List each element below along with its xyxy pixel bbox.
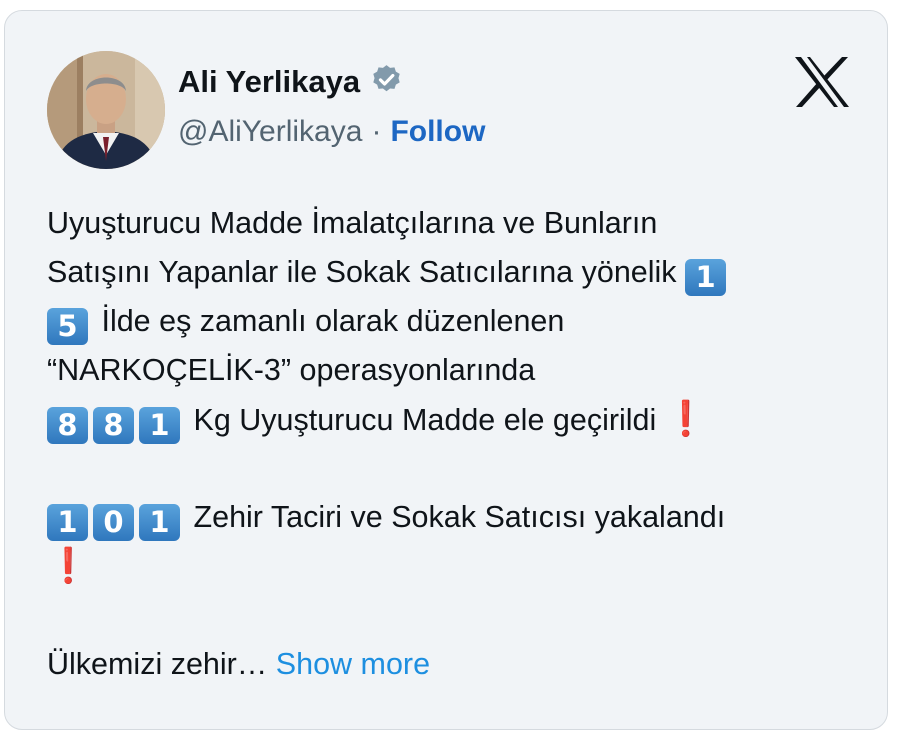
tweet-line: 5 İlde eş zamanlı olarak düzenlenen — [47, 297, 847, 346]
author-handle[interactable]: @AliYerlikaya — [178, 115, 362, 149]
keycap-digit-icon: 1 — [47, 504, 88, 541]
text-segment: Ülkemizi zehir… — [47, 647, 276, 681]
keycap-digit-icon: 5 — [47, 308, 88, 345]
exclamation-icon: ❗ — [47, 546, 90, 586]
keycap-digit-icon: 0 — [93, 504, 134, 541]
show-more-link[interactable]: Show more — [276, 647, 430, 681]
tweet-card[interactable]: Ali Yerlikaya @AliYerlikaya · Follow Uyu… — [4, 10, 888, 730]
tweet-text: Uyuşturucu Madde İmalatçılarına ve Bunla… — [47, 199, 847, 689]
tweet-line: Uyuşturucu Madde İmalatçılarına ve Bunla… — [47, 199, 847, 248]
tweet-line: 881 Kg Uyuşturucu Madde ele geçirildi ❗ — [47, 395, 847, 444]
tweet-line: 101 Zehir Taciri ve Sokak Satıcısı yakal… — [47, 493, 847, 542]
tweet-line: Ülkemizi zehir… Show more — [47, 640, 847, 689]
keycap-digit-icon: 1 — [139, 407, 180, 444]
author-name[interactable]: Ali Yerlikaya — [178, 64, 360, 100]
author-avatar[interactable] — [47, 51, 165, 169]
keycap-digit-icon: 1 — [685, 259, 727, 296]
follow-button[interactable]: Follow — [390, 115, 485, 149]
text-segment: Kg Uyuşturucu Madde ele geçirildi — [185, 403, 665, 437]
text-segment: İlde eş zamanlı olarak düzenlenen — [93, 304, 565, 338]
keycap-digit-icon: 8 — [47, 407, 88, 444]
exclamation-icon: ❗ — [664, 399, 708, 439]
x-logo-icon[interactable] — [793, 56, 851, 113]
keycap-digit-icon: 1 — [139, 504, 180, 541]
text-segment: Satışını Yapanlar ile Sokak Satıcılarına… — [47, 255, 686, 289]
text-segment: “NARKOÇELİK-3” operasyonlarında — [47, 353, 536, 387]
separator-dot: · — [371, 115, 382, 148]
keycap-digit-icon: 8 — [93, 407, 134, 444]
verified-badge-icon — [370, 63, 403, 101]
tweet-line: “NARKOÇELİK-3” operasyonlarında — [47, 346, 847, 395]
tweet-line: Satışını Yapanlar ile Sokak Satıcılarına… — [47, 248, 847, 297]
text-segment: Uyuşturucu Madde İmalatçılarına ve Bunla… — [47, 206, 658, 240]
text-segment: Zehir Taciri ve Sokak Satıcısı yakalandı — [185, 500, 726, 534]
tweet-line: ❗ — [47, 542, 847, 591]
